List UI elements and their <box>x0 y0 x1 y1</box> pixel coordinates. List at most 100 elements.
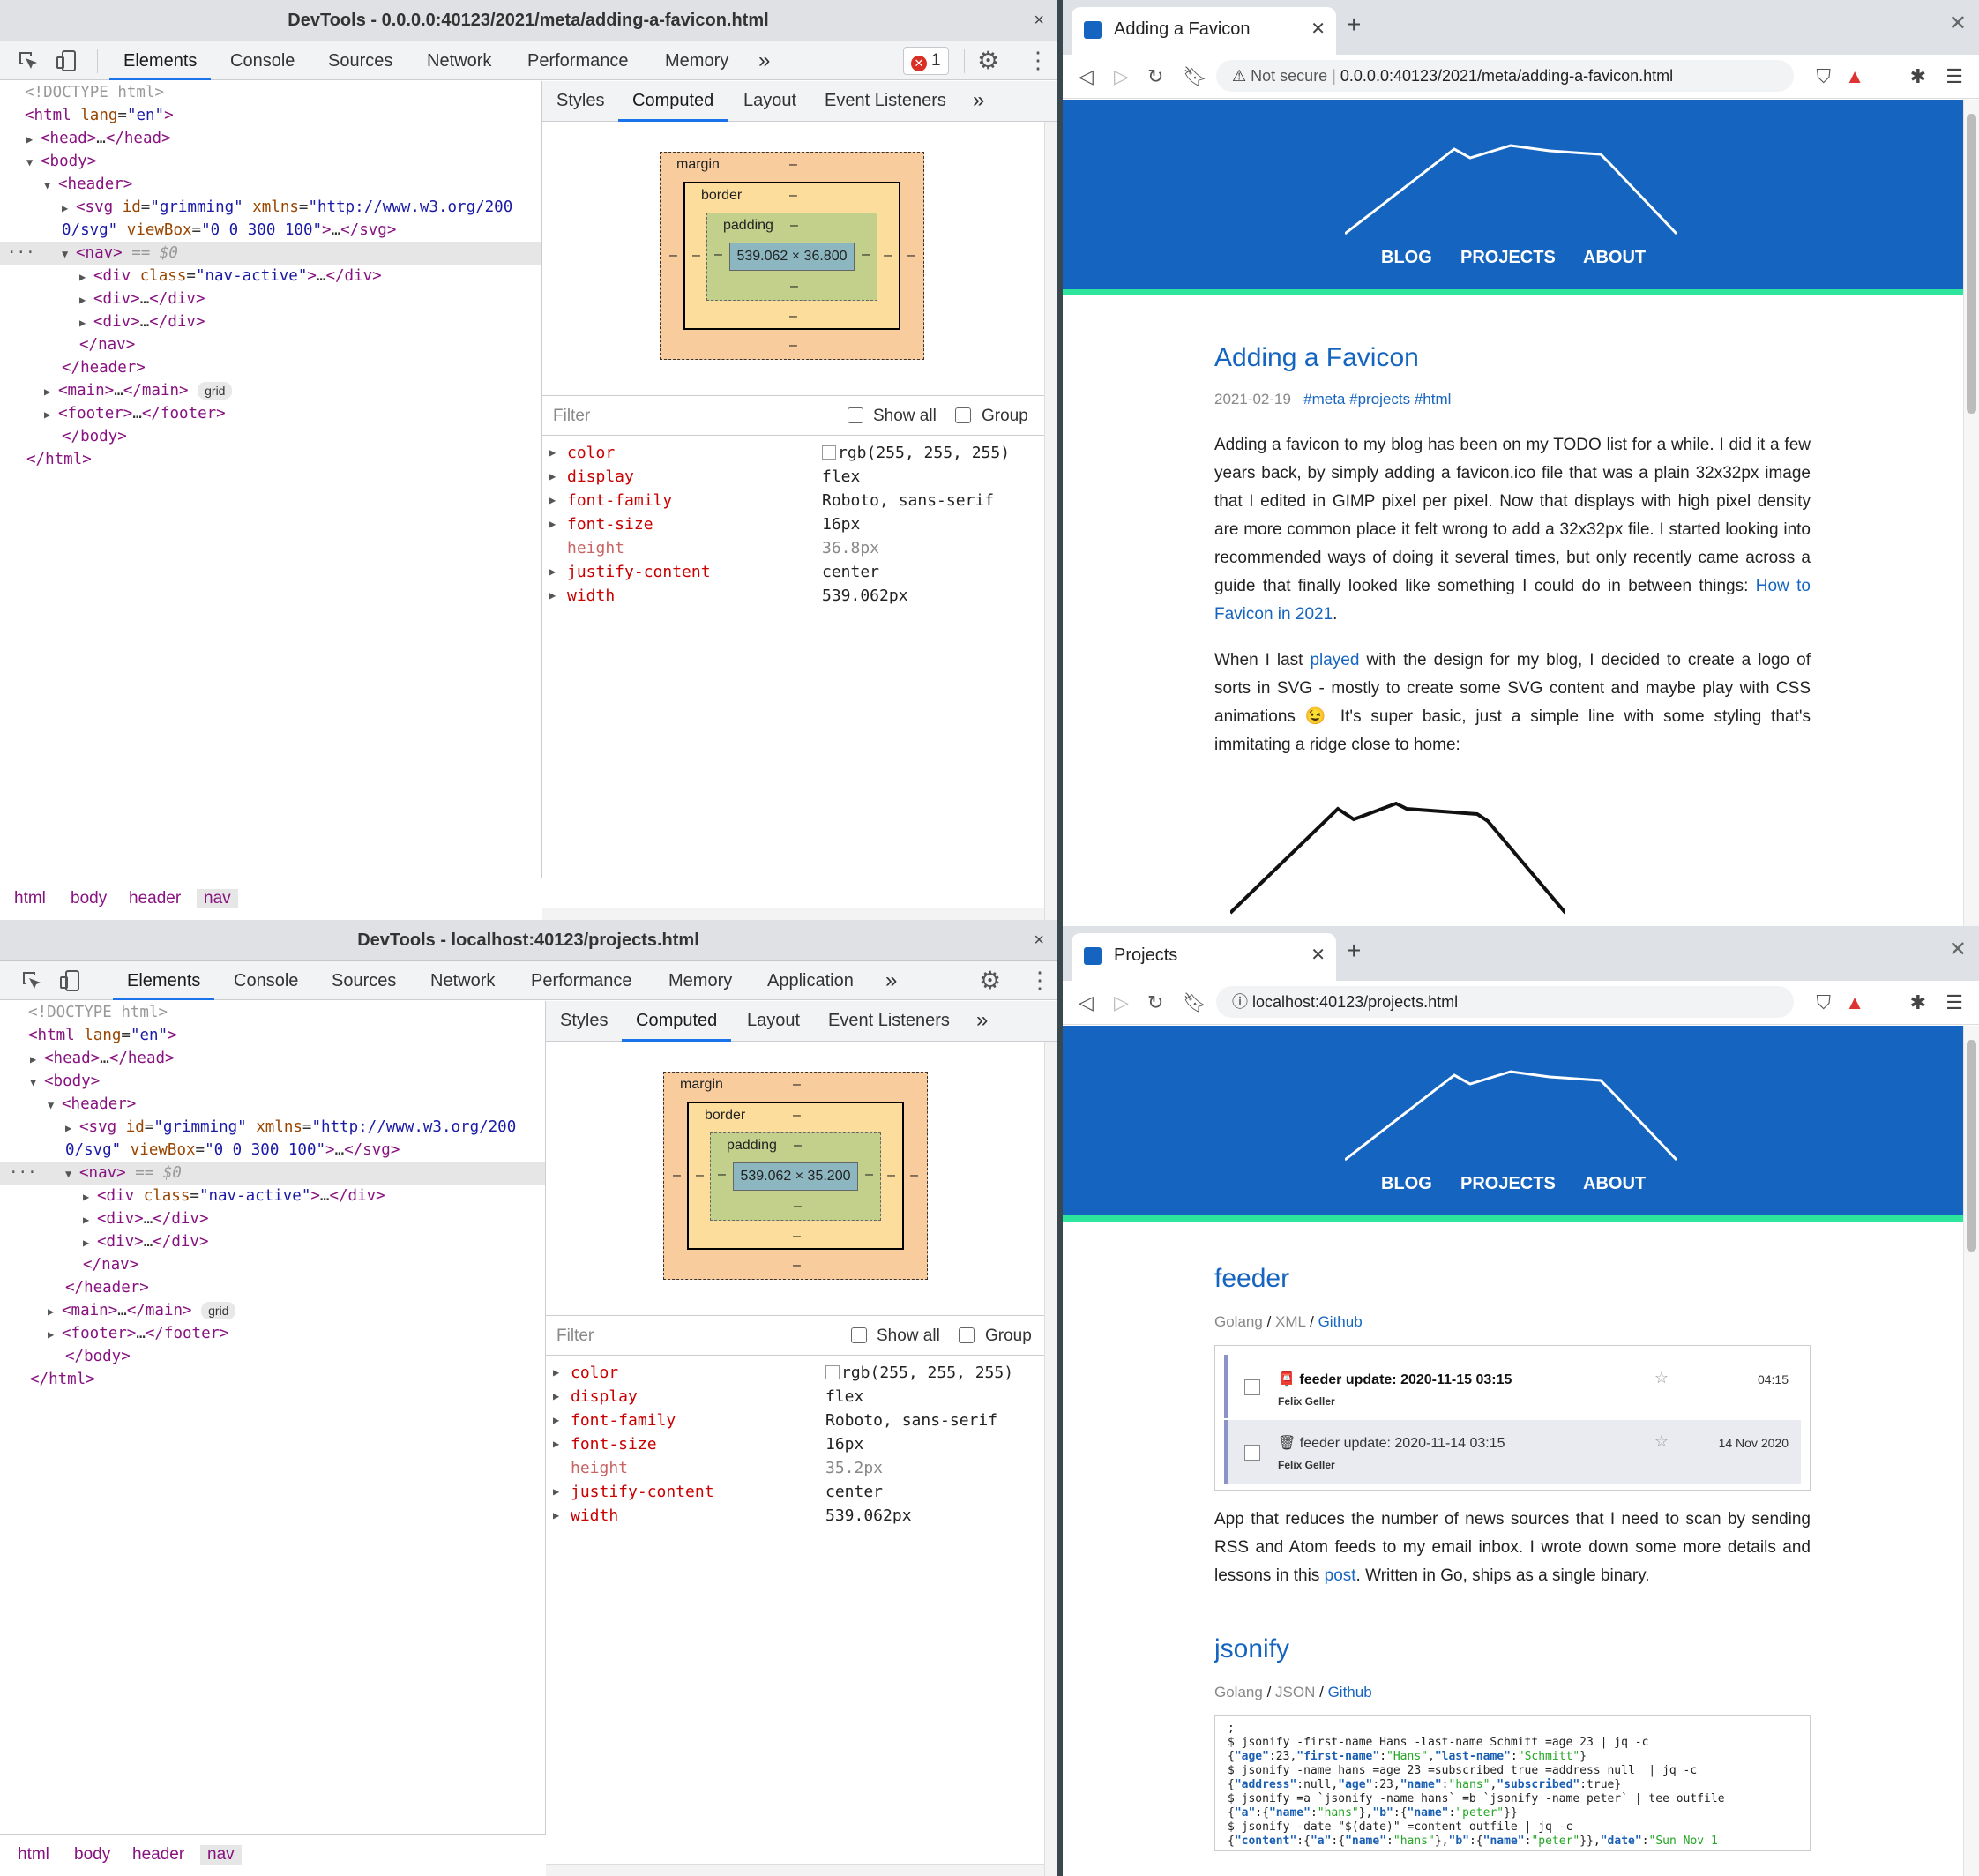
dom-footer[interactable]: ▶ <footer>…</footer> <box>0 1322 545 1345</box>
dom-doctype[interactable]: <!DOCTYPE html> <box>0 1001 545 1024</box>
dom-main[interactable]: ▶ <main>…</main> grid <box>0 1299 545 1322</box>
tab-computed[interactable]: Computed <box>618 81 728 122</box>
forward-icon[interactable]: ▷ <box>1114 65 1129 88</box>
dom-html[interactable]: <html lang="en"> <box>0 1024 545 1047</box>
dom-nav-close[interactable]: </nav> <box>0 333 541 356</box>
project-title-feeder[interactable]: feeder <box>1214 1264 1289 1294</box>
dom-div-active[interactable]: ▶ <div class="nav-active">…</div> <box>0 1185 545 1207</box>
kebab-menu-icon[interactable]: ⋮ <box>1028 965 1051 995</box>
computed-prop-font-family[interactable]: ▶ font-family Roboto, sans-serif <box>542 489 1057 512</box>
tab-computed[interactable]: Computed <box>622 1001 732 1042</box>
tab-layout[interactable]: Layout <box>743 81 796 122</box>
dom-svg[interactable]: ▶ <svg id="grimming" xmlns="http://www.w3… <box>0 1116 545 1139</box>
tab-console[interactable]: Console <box>234 961 298 1000</box>
breadcrumb-nav[interactable]: nav <box>200 1845 242 1865</box>
collapse-icon[interactable]: ▼ <box>26 151 41 174</box>
tag-link[interactable]: #projects <box>1349 391 1410 407</box>
inspect-element-icon[interactable] <box>19 968 44 993</box>
device-toolbar-icon[interactable] <box>58 968 83 993</box>
close-icon[interactable]: ✕ <box>1311 18 1326 40</box>
dom-head[interactable]: ▶ <head>…</head> <box>0 127 541 150</box>
box-model-content[interactable]: 539.062 × 35.200 <box>733 1162 858 1191</box>
browser-tab[interactable]: Adding a Favicon ✕ <box>1072 7 1336 55</box>
expand-icon[interactable]: ▶ <box>44 380 58 403</box>
menu-icon[interactable]: ☰ <box>1945 991 1963 1014</box>
box-model-content[interactable]: 539.062 × 36.800 <box>729 243 855 271</box>
tab-sources[interactable]: Sources <box>328 41 392 80</box>
collapse-icon[interactable]: ▼ <box>44 174 58 197</box>
dom-div[interactable]: ▶ <div>…</div> <box>0 1230 545 1253</box>
close-icon[interactable]: ✕ <box>1949 937 1967 962</box>
dom-body[interactable]: ▼ <body> <box>0 150 541 173</box>
url-bar[interactable]: ⚠ Not secure | 0.0.0.0:40123/2021/meta/a… <box>1216 60 1794 92</box>
more-tabs-icon[interactable]: » <box>885 961 897 1000</box>
url-bar[interactable]: ⓘ localhost:40123/projects.html <box>1216 986 1794 1018</box>
new-tab-icon[interactable]: + <box>1347 938 1361 963</box>
nav-blog[interactable]: BLOG <box>1381 248 1432 268</box>
expand-icon[interactable]: ▶ <box>79 311 93 334</box>
collapse-icon[interactable]: ▼ <box>65 1162 79 1185</box>
computed-prop-color[interactable]: ▶ color rgb(255, 255, 255) <box>546 1361 1057 1385</box>
expand-icon[interactable]: ▶ <box>44 403 58 426</box>
played-link[interactable]: played <box>1310 651 1359 669</box>
dom-nav-selected[interactable]: ··· ▼ <nav> == $0 <box>0 1162 545 1185</box>
breadcrumb-header[interactable]: header <box>132 1845 184 1865</box>
back-icon[interactable]: ◁ <box>1079 991 1094 1014</box>
tab-network[interactable]: Network <box>427 41 491 80</box>
dom-nav-close[interactable]: </nav> <box>0 1253 545 1276</box>
grid-badge[interactable]: grid <box>198 382 233 400</box>
tab-layout[interactable]: Layout <box>747 1001 800 1042</box>
close-icon[interactable]: ✕ <box>1949 11 1967 36</box>
group-checkbox[interactable] <box>955 407 971 423</box>
dom-div[interactable]: ▶ <div>…</div> <box>0 310 541 333</box>
grimming-logo[interactable] <box>1345 1050 1677 1162</box>
tab-event-listeners[interactable]: Event Listeners <box>825 81 946 122</box>
dom-html[interactable]: <html lang="en"> <box>0 104 541 127</box>
dom-body-close[interactable]: </body> <box>0 1345 545 1368</box>
brave-rewards-icon[interactable]: ▲ <box>1845 65 1864 88</box>
collapse-icon[interactable]: ▼ <box>30 1071 44 1094</box>
tab-styles[interactable]: Styles <box>560 1001 608 1042</box>
error-count-badge[interactable]: ✕ 1 <box>903 47 949 75</box>
breadcrumb-html[interactable]: html <box>14 889 46 908</box>
extensions-icon[interactable]: ✱ <box>1910 991 1926 1014</box>
expand-icon[interactable]: ▶ <box>79 288 93 311</box>
dom-svg[interactable]: ▶ <svg id="grimming" xmlns="http://www.w3… <box>0 196 541 219</box>
tab-elements[interactable]: Elements <box>109 41 212 80</box>
gear-icon[interactable]: ⚙ <box>977 48 999 74</box>
expand-icon[interactable]: ▶ <box>26 128 41 151</box>
reload-icon[interactable]: ↻ <box>1147 991 1163 1014</box>
browser-tab[interactable]: Projects ✕ <box>1072 933 1336 981</box>
nav-about[interactable]: ABOUT <box>1583 1174 1646 1194</box>
dom-div[interactable]: ▶ <div>…</div> <box>0 1207 545 1230</box>
expand-icon[interactable]: ▶ <box>83 1208 97 1231</box>
dom-footer[interactable]: ▶ <footer>…</footer> <box>0 402 541 425</box>
github-link[interactable]: Github <box>1328 1684 1372 1700</box>
color-swatch[interactable] <box>822 445 836 460</box>
expand-icon[interactable]: ▶ <box>65 1117 79 1140</box>
tab-sources[interactable]: Sources <box>332 961 396 1000</box>
forward-icon[interactable]: ▷ <box>1114 991 1129 1014</box>
breadcrumb-html[interactable]: html <box>18 1845 49 1865</box>
computed-prop-justify-content[interactable]: ▶ justify-content center <box>542 560 1057 584</box>
tab-application[interactable]: Application <box>767 961 854 1000</box>
star-icon[interactable]: ☆ <box>1654 1369 1669 1387</box>
computed-prop-width[interactable]: ▶ width 539.062px <box>546 1504 1057 1528</box>
scrollbar[interactable] <box>546 1864 1044 1876</box>
kebab-menu-icon[interactable]: ⋮ <box>1027 45 1049 75</box>
dom-body[interactable]: ▼ <body> <box>0 1070 545 1093</box>
tab-network[interactable]: Network <box>430 961 495 1000</box>
collapse-icon[interactable]: ▼ <box>62 243 76 265</box>
dom-header-close[interactable]: </header> <box>0 1276 545 1299</box>
scrollbar[interactable] <box>1044 122 1057 920</box>
device-toolbar-icon[interactable] <box>55 49 79 73</box>
expand-icon[interactable]: ▶ <box>62 197 76 220</box>
tag-link[interactable]: #meta <box>1303 391 1345 407</box>
computed-prop-display[interactable]: ▶ display flex <box>546 1385 1057 1409</box>
computed-prop-height[interactable]: height 35.2px <box>546 1456 1057 1480</box>
grid-badge[interactable]: grid <box>201 1302 236 1319</box>
dom-head[interactable]: ▶ <head>…</head> <box>0 1047 545 1070</box>
expand-icon[interactable]: ▶ <box>30 1048 44 1071</box>
new-tab-icon[interactable]: + <box>1347 12 1361 37</box>
dom-html-close[interactable]: </html> <box>0 448 541 471</box>
